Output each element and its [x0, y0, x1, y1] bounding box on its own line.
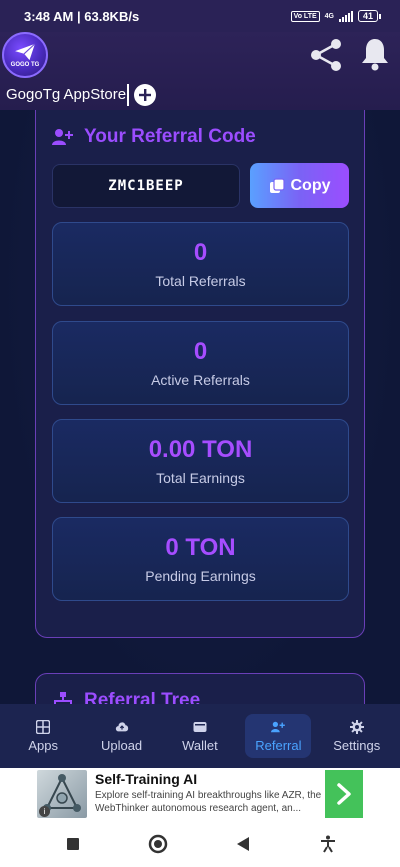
chevron-right-icon: [337, 783, 351, 805]
signal-icon: [338, 10, 353, 22]
status-left: 3:48 AM | 63.8KB/s: [24, 8, 140, 24]
bell-icon: [362, 39, 388, 71]
referral-code-card: Your Referral Code ZMC1BEEP Copy 0 Total…: [35, 110, 365, 638]
stat-value: 0.00 TON: [148, 436, 253, 463]
stat-label: Pending Earnings: [145, 568, 256, 584]
triangle-back-icon: [236, 836, 249, 851]
referral-tree-card: Referral Tree: [35, 673, 365, 704]
square-icon: [66, 837, 79, 850]
volte-badge: Vo LTE: [290, 10, 320, 22]
nav-upload[interactable]: Upload: [89, 714, 155, 758]
info-icon[interactable]: i: [39, 806, 50, 817]
nav-referral[interactable]: Referral: [245, 714, 312, 758]
nav-label: Settings: [333, 737, 381, 753]
share-icon: [311, 39, 341, 71]
circle-icon: [148, 834, 167, 853]
status-time: 3:48 AM: [24, 8, 74, 24]
system-nav-bar: [0, 820, 400, 867]
stat-value: 0: [193, 338, 208, 365]
status-bar: 3:48 AM | 63.8KB/s Vo LTE 4G 41: [0, 0, 400, 32]
stat-total-referrals: 0 Total Referrals: [52, 222, 349, 306]
app-logo[interactable]: GOGO TG: [2, 32, 48, 78]
title-divider: [127, 84, 129, 106]
stat-value: 0: [193, 239, 208, 266]
nav-label: Apps: [28, 737, 58, 753]
gear-icon: [349, 719, 364, 734]
app-header: GOGO TG GogoTg AppStore: [0, 32, 400, 110]
battery-icon: 41: [357, 10, 382, 22]
copy-button[interactable]: Copy: [250, 163, 349, 208]
stat-value: 0 TON: [165, 534, 236, 561]
ad-description: Explore self-training AI breakthroughs l…: [95, 790, 322, 814]
plus-icon: [139, 89, 151, 101]
home-button[interactable]: [146, 832, 170, 856]
grid-icon: [36, 719, 51, 734]
nav-label: Wallet: [182, 737, 218, 753]
referral-code-title: Your Referral Code: [84, 126, 256, 147]
stat-total-earnings: 0.00 TON Total Earnings: [52, 419, 349, 503]
sitemap-icon: [54, 692, 72, 704]
user-plus-icon: [271, 721, 286, 732]
bottom-nav: Apps Upload Wallet Referral Settings: [0, 704, 400, 768]
share-button[interactable]: [308, 36, 346, 74]
recents-button[interactable]: [61, 832, 85, 856]
wallet-icon: [193, 721, 207, 732]
copy-icon: [269, 177, 285, 193]
notification-button[interactable]: [360, 36, 390, 74]
nav-settings[interactable]: Settings: [324, 714, 390, 758]
back-button[interactable]: [231, 832, 255, 856]
stat-pending-earnings: 0 TON Pending Earnings: [52, 517, 349, 601]
paper-plane-icon: [15, 43, 36, 60]
main-content[interactable]: Your Referral Code ZMC1BEEP Copy 0 Total…: [0, 110, 400, 704]
status-speed: 63.8KB/s: [84, 8, 140, 24]
accessibility-button[interactable]: [316, 832, 340, 856]
stat-label: Total Referrals: [155, 273, 246, 289]
logo-text: GOGO TG: [10, 61, 40, 68]
nav-wallet[interactable]: Wallet: [167, 714, 233, 758]
copy-label: Copy: [290, 176, 331, 194]
ad-cta-button[interactable]: [325, 770, 363, 818]
referral-tree-header: Referral Tree: [52, 690, 200, 704]
cloud-upload-icon: [115, 721, 128, 731]
referral-tree-title: Referral Tree: [84, 690, 201, 704]
nav-label: Referral: [255, 737, 302, 753]
nav-apps[interactable]: Apps: [10, 714, 76, 758]
referral-code-field[interactable]: ZMC1BEEP: [52, 164, 240, 208]
app-title: GogoTg AppStore: [6, 86, 127, 103]
nav-label: Upload: [100, 737, 143, 753]
accessibility-icon: [320, 835, 335, 853]
ad-title: Self-Training AI: [95, 771, 198, 787]
ad-banner[interactable]: i Self-Training AI Explore self-training…: [0, 768, 400, 820]
status-right: Vo LTE 4G 41: [290, 10, 382, 22]
stat-active-referrals: 0 Active Referrals: [52, 321, 349, 405]
network-type: 4G: [324, 12, 334, 20]
add-button[interactable]: [134, 84, 156, 106]
user-plus-icon: [52, 129, 73, 145]
stat-label: Total Earnings: [156, 470, 245, 486]
stat-label: Active Referrals: [151, 372, 250, 388]
referral-code-header: Your Referral Code: [52, 126, 256, 148]
